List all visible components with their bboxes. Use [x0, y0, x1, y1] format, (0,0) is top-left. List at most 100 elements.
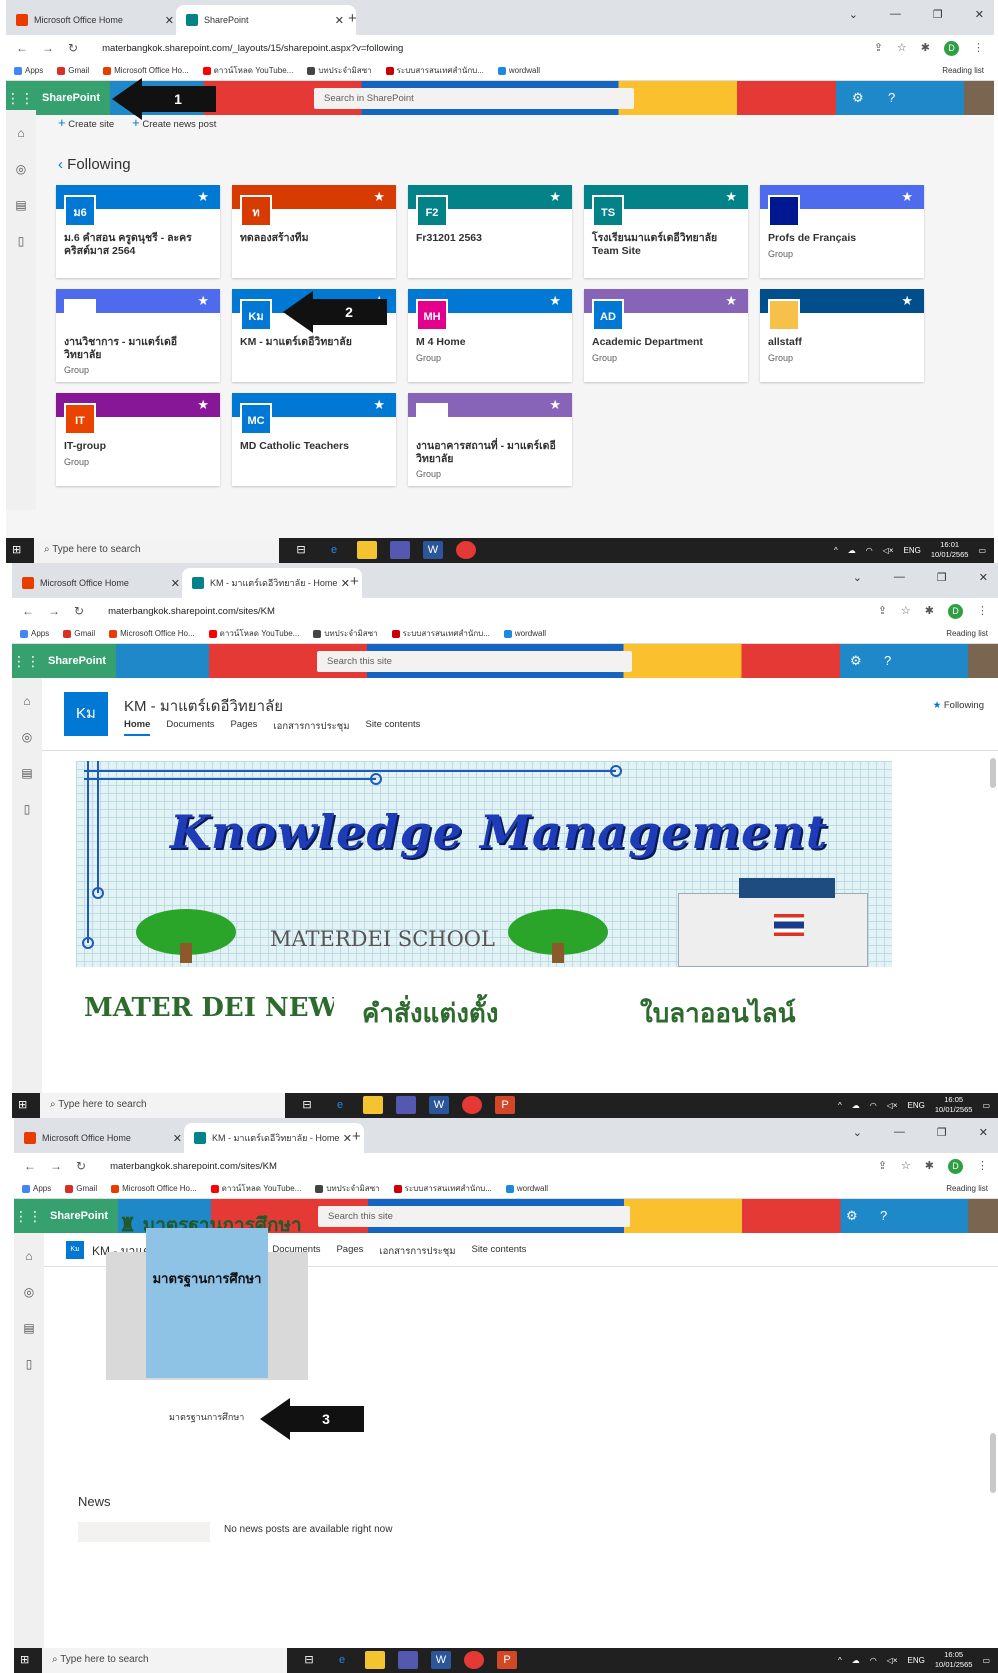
teams-icon[interactable] [390, 541, 410, 559]
document-icon[interactable]: ▯ [26, 1357, 33, 1371]
close-icon[interactable]: ✕ [341, 577, 350, 590]
volume-icon[interactable]: ◁× [883, 546, 894, 555]
scrollbar[interactable] [990, 758, 996, 788]
site-card[interactable]: ★ Profs de Français Group [760, 185, 924, 278]
document-icon[interactable]: ▯ [24, 802, 31, 816]
chevron-down-icon[interactable]: ⌄ [853, 571, 862, 584]
reading-list[interactable]: Reading list [942, 66, 984, 75]
gear-icon[interactable]: ⚙ [846, 1208, 858, 1224]
teams-icon[interactable] [396, 1096, 416, 1114]
clock[interactable]: 16:05 10/01/2565 [935, 1650, 973, 1670]
bookmark-star-icon[interactable]: ☆ [897, 41, 907, 56]
search-input[interactable]: Search this site [317, 651, 632, 672]
bookmark-wordwall[interactable]: wordwall [503, 629, 546, 638]
word-icon[interactable]: W [431, 1651, 451, 1669]
close-window-button[interactable]: ✕ [979, 571, 988, 584]
volume-icon[interactable]: ◁× [887, 1101, 898, 1110]
share-icon[interactable]: ⇪ [874, 41, 883, 56]
new-tab-button[interactable]: + [350, 573, 359, 590]
home-icon[interactable]: ⌂ [25, 1249, 32, 1263]
forward-icon[interactable]: → [48, 604, 60, 618]
edge-icon[interactable]: e [324, 541, 344, 559]
site-card[interactable]: ★ งานอาคารสถานที่ - มาแตร์เดอีวิทยาลัย Gro… [408, 393, 572, 486]
url-field[interactable]: materbangkok.sharepoint.com/sites/KM [110, 1161, 277, 1172]
site-name[interactable]: KM - มาแตร์เดอีวิทยาลัย [240, 336, 390, 349]
nav-home[interactable]: Home [124, 719, 151, 736]
language-indicator[interactable]: ENG [908, 1656, 925, 1665]
taskbar-search[interactable]: ⌕ Type here to search [42, 1648, 287, 1673]
site-logo[interactable]: Kม [64, 692, 108, 736]
url-field[interactable]: materbangkok.sharepoint.com/sites/KM [108, 606, 275, 617]
follow-star-icon[interactable]: ★ [373, 397, 385, 413]
language-indicator[interactable]: ENG [904, 546, 921, 555]
follow-star-icon[interactable]: ★ [197, 189, 209, 205]
news-icon[interactable]: ▤ [23, 1321, 34, 1335]
site-name[interactable]: โรงเรียนมาแตร์เดอีวิทยาลัย Team Site [592, 232, 742, 258]
news-icon[interactable]: ▤ [21, 766, 32, 780]
task-view-icon[interactable]: ⊟ [297, 1096, 317, 1114]
close-window-button[interactable]: ✕ [975, 8, 984, 21]
reload-icon[interactable]: ↻ [76, 1159, 86, 1173]
help-icon[interactable]: ? [884, 653, 891, 668]
chevron-up-icon[interactable]: ^ [838, 1656, 842, 1665]
site-name[interactable]: ทดลองสร้างทีม [240, 232, 390, 245]
nav-site-contents[interactable]: Site contents [365, 719, 420, 736]
wifi-icon[interactable]: ◠ [870, 1656, 877, 1665]
bookmark-gmail[interactable]: Gmail [63, 629, 95, 638]
tab-office-home[interactable]: Microsoft Office Home ✕ [6, 5, 186, 35]
search-input[interactable]: Search this site [318, 1206, 630, 1227]
bookmark-gmail[interactable]: Gmail [65, 1184, 97, 1193]
follow-star-icon[interactable]: ★ [197, 397, 209, 413]
site-title[interactable]: KM - มาแตร์เดอีวิทยาลัย [124, 694, 283, 718]
restore-button[interactable]: ❐ [937, 571, 947, 584]
follow-star-icon[interactable]: ★ [549, 293, 561, 309]
back-icon[interactable]: ← [24, 1159, 36, 1173]
profile-avatar[interactable]: D [948, 1159, 963, 1174]
minimize-button[interactable]: — [890, 8, 901, 21]
new-tab-button[interactable]: + [348, 10, 357, 27]
chrome-icon[interactable] [456, 541, 476, 559]
bookmark-office[interactable]: Microsoft Office Ho... [103, 66, 189, 75]
site-name[interactable]: MD Catholic Teachers [240, 440, 390, 453]
close-icon[interactable]: ✕ [173, 1132, 182, 1145]
bookmark-office[interactable]: Microsoft Office Ho... [111, 1184, 197, 1193]
extensions-icon[interactable]: ✱ [921, 41, 930, 56]
site-card[interactable]: ★ ม6 ม.6 คำสอน ครูดนุชรี - ละคร คริสต์มาส … [56, 185, 220, 278]
forward-icon[interactable]: → [50, 1159, 62, 1173]
site-card[interactable]: ★ TS โรงเรียนมาแตร์เดอีวิทยาลัย Team Site [584, 185, 748, 278]
wifi-icon[interactable]: ◠ [870, 1101, 877, 1110]
onedrive-icon[interactable]: ☁ [852, 1656, 860, 1665]
bookmark-youtube[interactable]: ดาวน์โหลด YouTube... [208, 627, 299, 640]
windows-start-icon[interactable]: ⊞ [12, 543, 26, 557]
share-icon[interactable]: ⇪ [878, 1159, 887, 1174]
avatar[interactable] [968, 644, 998, 678]
chevron-down-icon[interactable]: ⌄ [849, 8, 858, 21]
bookmark-star-icon[interactable]: ☆ [901, 604, 911, 619]
menu-icon[interactable]: ⋮ [973, 41, 984, 56]
site-card[interactable]: ★ MH M 4 Home Group [408, 289, 572, 382]
follow-star-icon[interactable]: ★ [549, 397, 561, 413]
tab-km-home[interactable]: KM - มาแตร์เดอีวิทยาลัย - Home ✕ [182, 568, 362, 598]
site-name[interactable]: ม.6 คำสอน ครูดนุชรี - ละคร คริสต์มาส 256… [64, 232, 214, 258]
site-card[interactable]: ★ ททดลองสร้างทีม [232, 185, 396, 278]
folder-icon[interactable] [363, 1096, 383, 1114]
notification-icon[interactable]: ▭ [982, 1101, 990, 1110]
onedrive-icon[interactable]: ☁ [852, 1101, 860, 1110]
tile-mater-dei-news[interactable]: MATER DEI NEWS [76, 979, 334, 1039]
close-window-button[interactable]: ✕ [979, 1126, 988, 1139]
folder-icon[interactable] [365, 1651, 385, 1669]
site-name[interactable]: IT-group [64, 440, 214, 453]
share-icon[interactable]: ⇪ [878, 604, 887, 619]
globe-icon[interactable]: ◎ [16, 162, 26, 176]
windows-start-icon[interactable]: ⊞ [20, 1653, 34, 1667]
restore-button[interactable]: ❐ [937, 1126, 947, 1139]
chevron-up-icon[interactable]: ^ [838, 1101, 842, 1110]
follow-star-icon[interactable]: ★ [725, 293, 737, 309]
follow-star-icon[interactable]: ★ [901, 189, 913, 205]
powerpoint-icon[interactable]: P [495, 1096, 515, 1114]
help-icon[interactable]: ? [888, 90, 895, 105]
bookmark-youtube[interactable]: ดาวน์โหลด YouTube... [202, 64, 293, 77]
tab-sharepoint[interactable]: SharePoint ✕ [176, 5, 356, 35]
sharepoint-brand[interactable]: SharePoint [40, 1199, 119, 1233]
bookmark-youtube[interactable]: ดาวน์โหลด YouTube... [210, 1182, 301, 1195]
